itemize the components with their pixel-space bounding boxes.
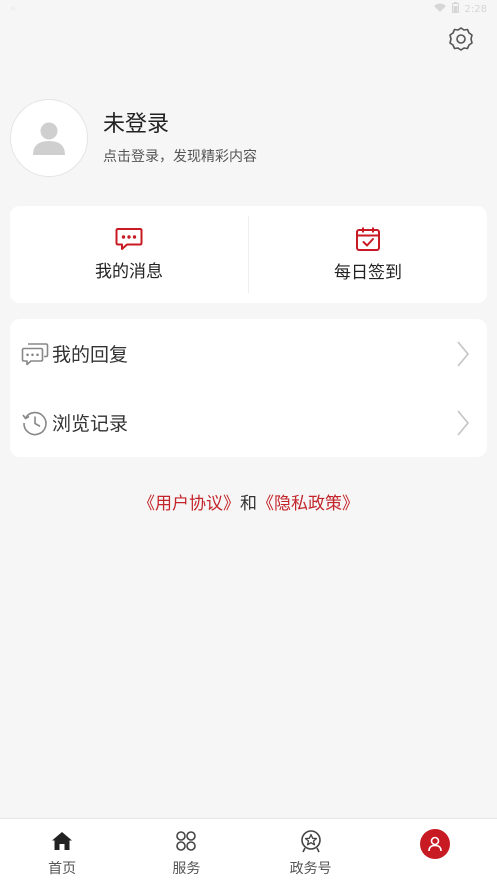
profile-name[interactable]: 未登录 [103,110,257,140]
list-item-browse-history[interactable]: 浏览记录 [10,388,487,457]
chevron-right-icon [453,339,473,369]
profile-icon [419,829,450,859]
gov-account-icon [299,829,323,853]
profile-text: 未登录 点击登录，发现精彩内容 [103,110,257,166]
status-bar: ◦ 2:28 [0,0,497,18]
wifi-icon [433,3,446,16]
settings-button[interactable] [444,22,478,56]
daily-checkin-label: 每日签到 [334,263,402,283]
browse-history-label: 浏览记录 [52,413,129,435]
my-messages-label: 我的消息 [95,262,163,282]
my-messages-button[interactable]: 我的消息 [10,206,248,303]
tab-home-label: 首页 [48,861,77,877]
status-time: 2:28 [464,3,487,15]
tab-home[interactable]: 首页 [0,819,124,883]
user-agreement-link[interactable]: 《用户协议》 [138,494,240,514]
tab-services[interactable]: 服务 [124,819,248,883]
message-icon [115,228,143,250]
quick-actions-card: 我的消息 每日签到 [10,206,487,303]
tab-gov-account-label: 政务号 [289,861,332,877]
tab-gov-account[interactable]: 政务号 [249,819,373,883]
calendar-check-icon [356,227,380,251]
tab-me[interactable] [373,819,497,883]
history-icon [20,408,50,438]
services-icon [175,829,197,853]
tab-services-label: 服务 [172,861,201,877]
home-icon [51,829,73,853]
my-replies-label: 我的回复 [52,344,129,366]
privacy-policy-link[interactable]: 《隐私政策》 [257,494,359,514]
default-avatar-icon [33,122,65,155]
profile-subtitle: 点击登录，发现精彩内容 [103,149,257,165]
daily-checkin-button[interactable]: 每日签到 [249,206,487,303]
gear-icon [449,27,473,51]
profile-header[interactable]: 未登录 点击登录，发现精彩内容 [10,98,257,178]
status-right: 2:28 [433,2,487,16]
bottom-tab-bar: 首页 服务 政务号 [0,818,497,883]
avatar[interactable] [10,99,88,177]
menu-list-card: 我的回复 浏览记录 [10,319,487,457]
reply-icon [20,339,50,369]
agreement-links: 《用户协议》和《隐私政策》 [0,492,497,516]
agreement-and-text: 和 [240,494,257,514]
chevron-right-icon [453,408,473,438]
battery-icon [451,2,459,16]
list-item-my-replies[interactable]: 我的回复 [10,319,487,388]
notification-icon: ◦ [10,3,16,15]
